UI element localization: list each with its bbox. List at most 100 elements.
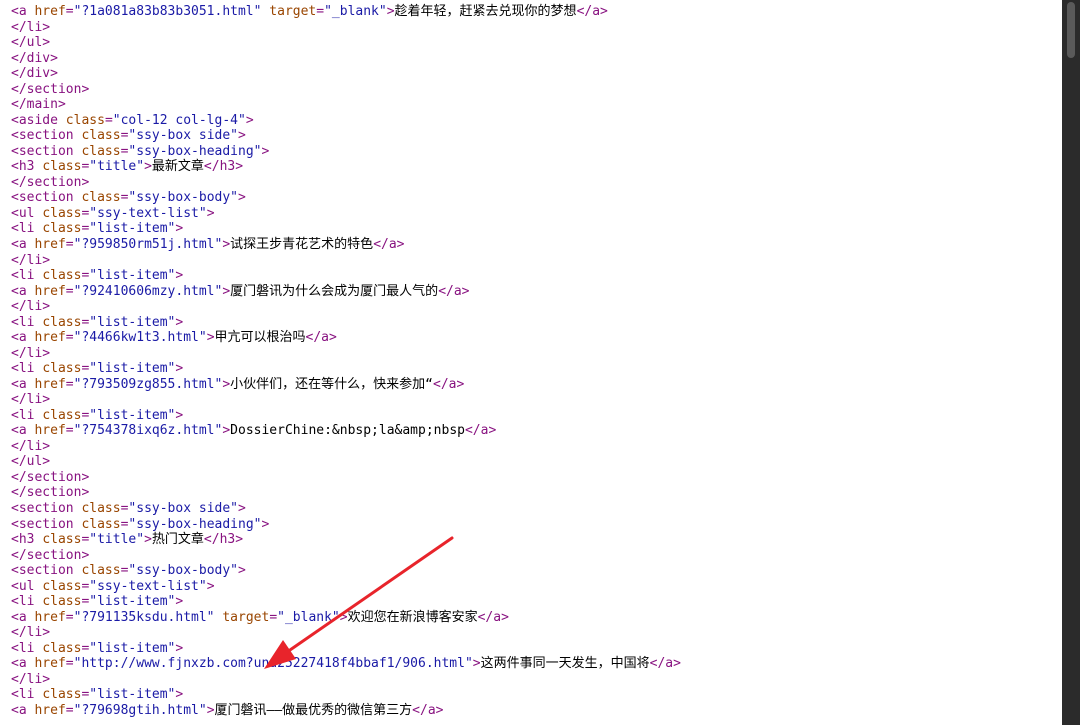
source-line: <a href="?1a081a83b83b3051.html" target=… (11, 4, 681, 20)
vertical-scrollbar[interactable] (1062, 0, 1080, 725)
source-token: </li> (11, 625, 51, 641)
source-token[interactable]: "list-item" (89, 594, 175, 609)
source-token[interactable]: "ssy-box-heading" (128, 517, 261, 532)
source-token: </a> (576, 4, 608, 19)
source-token: class (81, 128, 121, 144)
source-token: href (34, 330, 66, 346)
source-token: > (222, 376, 231, 392)
source-token[interactable]: "ssy-text-list" (89, 579, 206, 594)
source-line: </li> (11, 299, 681, 315)
source-token: = (65, 4, 74, 19)
source-token: > (206, 330, 215, 346)
source-token: = (65, 702, 74, 718)
source-line: <a href="?959850rm51j.html">试探王步青花艺术的特色<… (11, 237, 681, 253)
source-line: <section class="ssy-box-body"> (11, 190, 681, 206)
source-line: </main> (11, 97, 681, 113)
source-token[interactable]: "ssy-box side" (128, 501, 238, 516)
source-token: > (175, 221, 184, 237)
source-line: </section> (11, 485, 681, 501)
source-token: <a (11, 423, 35, 439)
source-token: <a (11, 376, 35, 392)
source-token: > (222, 236, 231, 252)
source-token: href (34, 423, 66, 439)
source-token[interactable]: "?791135ksdu.html" (74, 610, 215, 625)
source-token: class (42, 268, 82, 284)
source-line: </li> (11, 625, 681, 641)
source-token[interactable]: "http://www.fjnxzb.com?una25227418f4bbaf… (74, 656, 473, 671)
source-token: = (65, 376, 74, 392)
source-line: </div> (11, 66, 681, 82)
source-line: <li class="list-item"> (11, 687, 681, 703)
source-token: class (42, 361, 82, 377)
source-token[interactable]: "?4466kw1t3.html" (74, 330, 207, 345)
source-token: </a> (433, 376, 465, 392)
source-line: <li class="list-item"> (11, 408, 681, 424)
source-line: <section class="ssy-box-heading"> (11, 144, 681, 160)
source-token: = (269, 609, 278, 625)
source-token: 厦门磐讯为什么会成为厦门最人气的 (230, 283, 439, 299)
source-line: </div> (11, 51, 681, 67)
source-token: </a> (649, 656, 681, 672)
source-token[interactable]: "col-12 col-lg-4" (113, 113, 246, 128)
source-token[interactable]: "title" (89, 532, 144, 547)
source-token: = (65, 330, 74, 346)
source-token: <a (11, 609, 35, 625)
source-line: <section class="ssy-box-heading"> (11, 517, 681, 533)
source-token: <ul (11, 205, 43, 221)
source-token[interactable]: "_blank" (277, 610, 340, 625)
source-token: class (81, 190, 121, 206)
source-token[interactable]: "list-item" (89, 361, 175, 376)
source-token: 这两件事同一天发生，中国将 (480, 656, 650, 672)
source-line: <h3 class="title">热门文章</h3> (11, 532, 681, 548)
source-token: <section (11, 190, 82, 206)
source-token: <section (11, 143, 82, 159)
source-token: class (42, 314, 82, 330)
source-token: <h3 (11, 159, 43, 175)
source-token[interactable]: "?754378ixq6z.html" (74, 423, 223, 438)
source-token: > (245, 112, 254, 128)
source-token[interactable]: "title" (89, 159, 144, 174)
source-token: href (34, 4, 66, 19)
source-token[interactable]: "list-item" (89, 641, 175, 656)
source-token: <li (11, 594, 43, 610)
source-token[interactable]: "ssy-box side" (128, 128, 238, 143)
source-token[interactable]: "ssy-box-body" (128, 190, 238, 205)
source-token: = (65, 656, 74, 672)
source-line: <li class="list-item"> (11, 268, 681, 284)
source-token: class (42, 578, 82, 594)
source-line: </section> (11, 470, 681, 486)
source-token: class (42, 159, 82, 175)
source-token[interactable]: "list-item" (89, 315, 175, 330)
source-line: </section> (11, 82, 681, 98)
source-token: > (386, 4, 395, 19)
scrollbar-thumb[interactable] (1067, 2, 1075, 58)
source-token[interactable]: "list-item" (89, 268, 175, 283)
source-token: class (42, 640, 82, 656)
source-token: > (175, 268, 184, 284)
source-line: <li class="list-item"> (11, 315, 681, 331)
source-token[interactable]: "?959850rm51j.html" (74, 237, 223, 252)
source-token: > (472, 656, 481, 672)
source-token: </li> (11, 671, 51, 687)
source-token: </ul> (11, 35, 51, 51)
source-token[interactable]: "ssy-box-body" (128, 563, 238, 578)
source-token[interactable]: "list-item" (89, 221, 175, 236)
source-token: </a> (464, 423, 497, 439)
source-token[interactable]: "?793509zg855.html" (74, 377, 223, 392)
source-token[interactable]: "?79698gtih.html" (74, 703, 207, 718)
source-token: = (65, 423, 74, 439)
source-token: 最新文章 (151, 159, 204, 175)
source-token[interactable]: "ssy-text-list" (89, 206, 206, 221)
source-token[interactable]: "_blank" (324, 4, 387, 19)
source-token[interactable]: "list-item" (89, 408, 175, 423)
source-token[interactable]: "ssy-box-heading" (128, 144, 261, 159)
source-token: class (42, 532, 82, 548)
source-token[interactable]: "?1a081a83b83b3051.html" (74, 4, 262, 19)
source-line: </li> (11, 392, 681, 408)
source-token: class (42, 687, 82, 703)
source-token[interactable]: "list-item" (89, 687, 175, 702)
source-line: <a href="?754378ixq6z.html">DossierChine… (11, 423, 681, 439)
source-token[interactable]: "?92410606mzy.html" (74, 284, 223, 299)
source-token: href (34, 702, 66, 718)
source-token: </li> (11, 299, 51, 315)
